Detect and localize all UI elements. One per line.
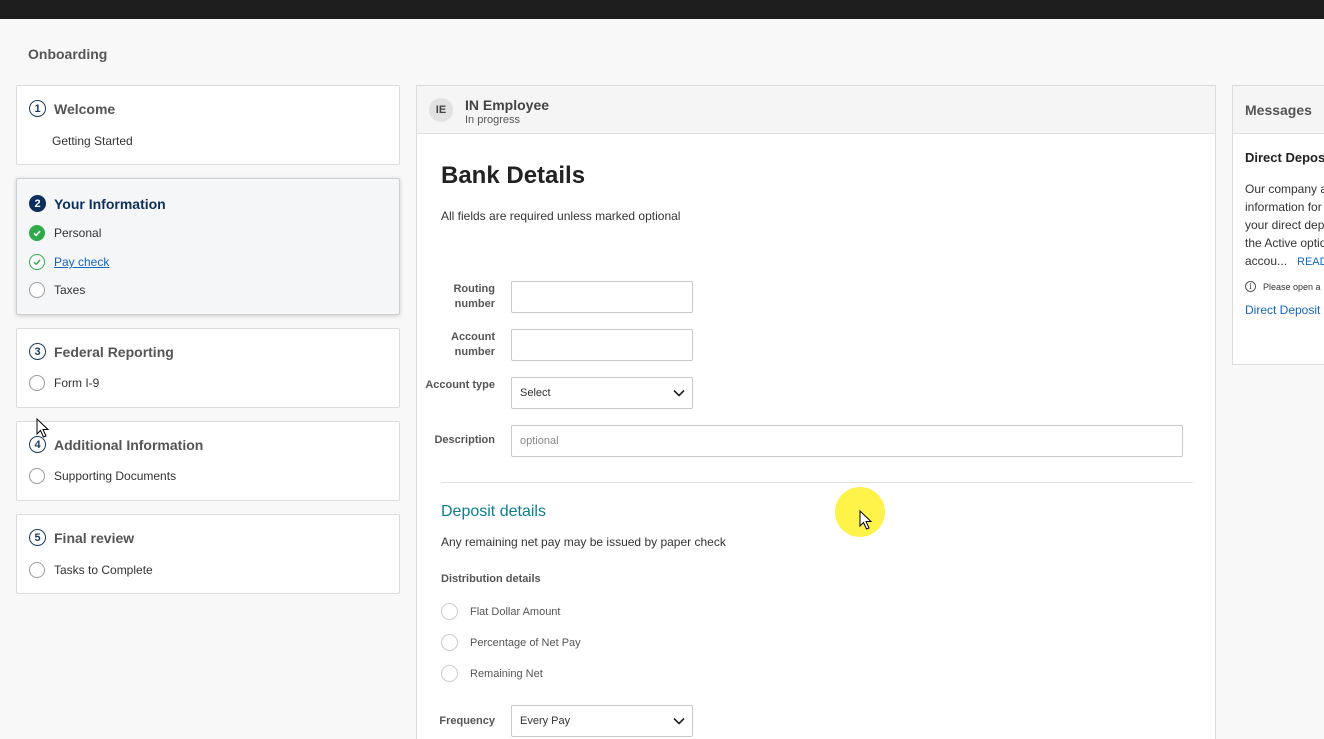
task-getting-started[interactable]: Getting Started: [52, 134, 133, 148]
radio-button[interactable]: [441, 634, 458, 651]
task-taxes[interactable]: Taxes: [29, 282, 85, 298]
account-number-label: Account number: [451, 331, 495, 358]
frequency-select[interactable]: Every Pay: [511, 705, 693, 737]
frequency-label: Frequency: [439, 715, 495, 727]
form-title: Bank Details: [441, 162, 586, 189]
routing-number-label: Routing number: [453, 283, 495, 310]
employee-name: IN Employee: [465, 97, 550, 113]
option-label: Percentage of Net Pay: [470, 636, 581, 649]
step-header: 4 Additional Information: [29, 436, 203, 453]
messages-panel: Messages Direct Deposit Our company a in…: [1232, 85, 1324, 365]
step-title: Your Information: [54, 195, 166, 212]
step-card-welcome[interactable]: 1 Welcome Getting Started: [16, 85, 400, 165]
step-card-federal-reporting[interactable]: 3 Federal Reporting Form I-9: [16, 328, 400, 408]
info-text: Please open a: [1263, 281, 1321, 292]
read-more-link[interactable]: READ MORE: [1297, 256, 1324, 268]
frequency-value: Every Pay: [520, 715, 571, 727]
task-form-i9[interactable]: Form I-9: [29, 375, 99, 391]
option-percentage-of-net-pay[interactable]: Percentage of Net Pay: [441, 634, 581, 651]
radio-button[interactable]: [441, 603, 458, 620]
step-title: Final review: [54, 529, 135, 546]
employee-status: In progress: [465, 114, 521, 126]
top-bar: [0, 0, 1324, 19]
task-label: Form I-9: [54, 376, 100, 390]
option-remaining-net[interactable]: Remaining Net: [441, 665, 543, 682]
message-text-line: the Active optio: [1245, 236, 1324, 250]
description-label: Description: [434, 434, 495, 446]
mouse-pointer-icon: [859, 510, 873, 530]
step-title: Additional Information: [54, 436, 204, 453]
check-circle-icon: [29, 225, 45, 241]
task-label: Taxes: [54, 283, 86, 297]
distribution-label: Distribution details: [441, 573, 541, 585]
account-number-input[interactable]: [511, 329, 693, 361]
deposit-note: Any remaining net pay may be issued by p…: [441, 535, 726, 549]
bank-details-panel: IE IN Employee In progress Bank Details …: [416, 85, 1216, 739]
form-subtitle: All fields are required unless marked op…: [441, 209, 681, 223]
task-pay-check[interactable]: Pay check: [29, 254, 109, 270]
task-tasks-to-complete[interactable]: Tasks to Complete: [29, 562, 153, 578]
deposit-details-title: Deposit details: [441, 503, 546, 520]
task-label: Getting Started: [52, 134, 133, 148]
employee-header: IE IN Employee In progress: [417, 86, 1215, 134]
empty-circle-icon: [29, 282, 45, 298]
step-header: 3 Federal Reporting: [29, 343, 174, 360]
page-title: Onboarding: [28, 46, 108, 62]
option-label: Flat Dollar Amount: [470, 605, 561, 618]
message-text-line: accou... READ MORE: [1245, 254, 1324, 268]
section-divider: [441, 482, 1193, 483]
description-input[interactable]: optional: [511, 425, 1183, 457]
task-personal[interactable]: Personal: [29, 225, 101, 241]
step-header: 1 Welcome: [29, 100, 115, 117]
step-title: Federal Reporting: [54, 343, 174, 360]
account-type-label: Account type: [425, 379, 495, 391]
step-card-additional-information[interactable]: 4 Additional Information Supporting Docu…: [16, 421, 400, 501]
step-number-badge: 5: [29, 529, 46, 546]
check-outline-icon: [29, 254, 45, 270]
message-info: i Please open a: [1245, 281, 1321, 292]
empty-circle-icon: [29, 468, 45, 484]
task-label: Tasks to Complete: [54, 563, 153, 577]
task-label: Personal: [54, 226, 102, 240]
task-label: Supporting Documents: [54, 469, 177, 483]
message-title: Direct Deposit: [1245, 150, 1324, 165]
mouse-pointer-icon: [36, 418, 50, 438]
info-icon: i: [1245, 281, 1256, 292]
task-label-link[interactable]: Pay check: [54, 255, 109, 269]
messages-title: Messages: [1245, 102, 1312, 118]
message-text-line: your direct dep: [1245, 218, 1324, 232]
option-flat-dollar-amount[interactable]: Flat Dollar Amount: [441, 603, 560, 620]
message-text-line: Our company a: [1245, 182, 1324, 196]
step-header: 5 Final review: [29, 529, 134, 546]
routing-number-input[interactable]: [511, 281, 693, 313]
account-type-value: Select: [520, 387, 551, 399]
account-type-select[interactable]: Select: [511, 377, 693, 409]
chevron-down-icon: [673, 717, 685, 725]
messages-header: Messages: [1233, 86, 1324, 134]
step-header: 2 Your Information: [29, 195, 166, 212]
chevron-down-icon: [673, 389, 685, 397]
direct-deposit-link[interactable]: Direct Deposit: [1245, 303, 1320, 317]
empty-circle-icon: [29, 375, 45, 391]
option-label: Remaining Net: [470, 667, 543, 680]
step-title: Welcome: [54, 100, 116, 117]
step-number-badge: 2: [29, 195, 46, 212]
empty-circle-icon: [29, 562, 45, 578]
message-text-line: information for: [1245, 200, 1322, 214]
message-text-end: accou...: [1245, 254, 1288, 268]
task-supporting-documents[interactable]: Supporting Documents: [29, 468, 176, 484]
radio-button[interactable]: [441, 665, 458, 682]
step-number-badge: 1: [29, 100, 46, 117]
step-card-final-review[interactable]: 5 Final review Tasks to Complete: [16, 514, 400, 594]
step-number-badge: 3: [29, 343, 46, 360]
avatar: IE: [429, 98, 453, 122]
step-card-your-information[interactable]: 2 Your Information Personal Pay check Ta…: [16, 178, 400, 315]
